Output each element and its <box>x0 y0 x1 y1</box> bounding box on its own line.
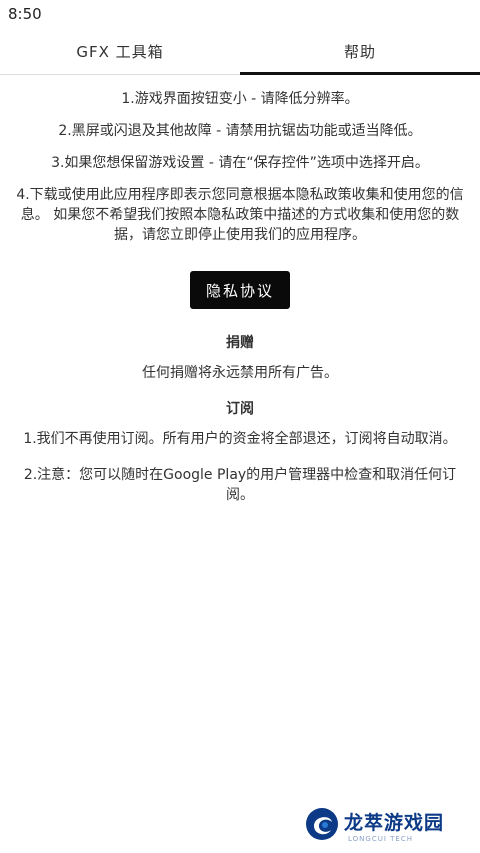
watermark: 龙萃游戏园 LONGCUI TECH <box>304 806 460 846</box>
longcui-logo-icon <box>306 808 338 840</box>
privacy-button-wrap: 隐私协议 <box>14 271 466 309</box>
privacy-policy-button[interactable]: 隐私协议 <box>190 271 290 309</box>
watermark-subtitle: LONGCUI TECH <box>348 835 413 843</box>
status-bar: 8:50 <box>0 0 480 28</box>
help-item-2: 2.黑屏或闪退及其他故障 - 请禁用抗锯齿功能或适当降低。 <box>58 123 422 139</box>
subscription-item-2: 2.注意：您可以随时在Google Play的用户管理器中检查和取消任何订阅。 <box>23 467 457 503</box>
status-time: 8:50 <box>8 5 42 23</box>
help-content: 1.游戏界面按钮变小 - 请降低分辨率。 2.黑屏或闪退及其他故障 - 请禁用抗… <box>0 89 480 505</box>
donate-text: 任何捐赠将永远禁用所有广告。 <box>142 365 338 381</box>
subscription-title: 订阅 <box>226 401 254 417</box>
watermark-title: 龙萃游戏园 <box>344 812 445 834</box>
subscription-item-1: 1.我们不再使用订阅。所有用户的资金将全部退还，订阅将自动取消。 <box>23 431 457 447</box>
active-tab-indicator <box>240 72 480 75</box>
help-item-1: 1.游戏界面按钮变小 - 请降低分辨率。 <box>121 91 359 107</box>
help-item-3: 3.如果您想保留游戏设置 - 请在“保存控件”选项中选择开启。 <box>51 155 429 171</box>
tab-gfx-toolbox[interactable]: GFX 工具箱 <box>0 28 240 74</box>
tab-bar: GFX 工具箱 帮助 <box>0 28 480 75</box>
donate-title: 捐赠 <box>226 335 254 351</box>
help-item-4: 4.下载或使用此应用程序即表示您同意根据本隐私政策收集和使用您的信息。 如果您不… <box>16 187 464 243</box>
tab-help[interactable]: 帮助 <box>240 28 480 74</box>
